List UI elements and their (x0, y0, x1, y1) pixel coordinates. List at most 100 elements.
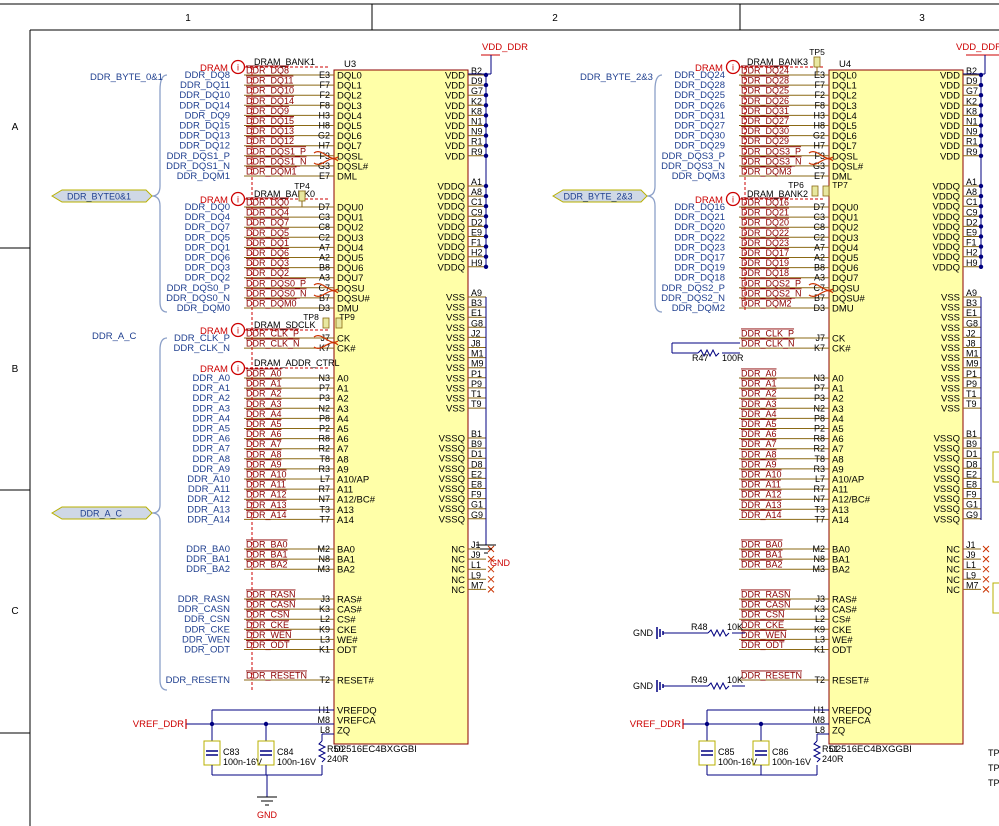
frame-row-label: A (12, 122, 19, 133)
dram-group-label: DRAM (200, 326, 228, 337)
net-label: DDR_RASN (741, 590, 791, 600)
partial-component (992, 582, 999, 614)
net-label: DDR_A2 (246, 389, 282, 399)
bus-brace (151, 337, 168, 691)
pin-number: T3 (814, 504, 825, 514)
net-label: DDR_A4 (741, 409, 777, 419)
pin-number: K3 (814, 604, 825, 614)
gnd-symbol (257, 796, 277, 806)
pin-number: R3 (318, 464, 330, 474)
pin-number: G2 (318, 131, 330, 141)
vref-label: VREF_DDR (133, 719, 184, 730)
resistor-value: 10K (727, 675, 743, 685)
net-label: DDR_DQ14 (246, 96, 294, 106)
pin-number: F2 (814, 90, 825, 100)
pin-number: E7 (319, 171, 330, 181)
pin-number: G1 (471, 500, 483, 510)
net-label: DDR_DQM1 (246, 167, 297, 177)
pin-number: N2 (318, 403, 330, 413)
net-label: DDR_DQ30 (741, 126, 789, 136)
pin-number: E2 (966, 469, 977, 479)
pin-number: T3 (319, 504, 330, 514)
pin-number: C1 (966, 197, 978, 207)
capacitor-value: 100n-16V (277, 757, 316, 767)
test-point (822, 185, 830, 197)
pin-number: P8 (319, 413, 330, 423)
net-label: DDR_DQS2_N (741, 288, 802, 298)
signal-name: DDR_DQM3 (672, 171, 725, 182)
capacitor-ref: C84 (277, 747, 294, 757)
net-label: DDR_DQS3_N (741, 156, 802, 166)
bus-name: DDR_BYTE_0&1 (90, 72, 163, 83)
pin-number: R8 (318, 434, 330, 444)
pin-name: RESET# (832, 676, 870, 687)
pin-number: L1 (471, 560, 481, 570)
pin-number: J3 (320, 594, 330, 604)
frame-column-label: 3 (919, 13, 925, 24)
net-label: DDR_A4 (246, 409, 282, 419)
pin-number: B8 (319, 263, 330, 273)
net-label: DDR_DQ23 (741, 238, 789, 248)
resistor-zigzag (317, 740, 327, 763)
net-label: DDR_A12 (741, 490, 782, 500)
net-label: DDR_BA2 (741, 560, 783, 570)
net-label: DDR_A10 (741, 470, 782, 480)
signal-name: DDR_BA2 (186, 564, 230, 575)
pin-number: N9 (471, 127, 483, 137)
signal-name: DDR_DQM2 (672, 303, 725, 314)
resistor-value: 100R (722, 353, 744, 363)
pin-number: H2 (471, 248, 483, 258)
signal-name: DDR_DQM0 (177, 303, 230, 314)
resistor-ref: R47 (692, 353, 709, 363)
pin-number: M2 (812, 544, 825, 554)
junction-dot (978, 264, 984, 269)
net-label: DDR_DQ20 (741, 218, 789, 228)
pin-number: K2 (966, 96, 977, 106)
net-label: DDR_DQ13 (246, 126, 294, 136)
vdd-power-label: VDD_DDR (956, 42, 999, 53)
dram-bank-label: DRAM_BANK1 (254, 57, 315, 67)
junction-dot (483, 264, 489, 269)
test-point (811, 185, 819, 197)
pin-name: RESET# (337, 676, 375, 687)
net-label: DDR_DQ27 (741, 116, 789, 126)
pin-number: F1 (471, 238, 482, 248)
gnd-label: GND (633, 628, 654, 638)
net-label: DDR_DQS1_P (246, 146, 306, 156)
no-connect-mark (982, 565, 990, 573)
pin-number: R9 (471, 147, 483, 157)
test-point-label: TP (988, 763, 999, 773)
pin-number: K9 (319, 624, 330, 634)
pin-number: B3 (966, 298, 977, 308)
pin-number: C2 (813, 232, 825, 242)
pin-number: K1 (814, 645, 825, 655)
pin-number: G8 (471, 318, 483, 328)
pin-number: T9 (471, 399, 482, 409)
pin-number: G8 (966, 318, 978, 328)
info-icon-glyph: i (732, 195, 734, 205)
dram-bank-label: DRAM_BANK3 (747, 57, 808, 67)
pin-number: R7 (813, 484, 825, 494)
pin-number: B1 (471, 429, 482, 439)
net-label: DDR_A5 (741, 419, 777, 429)
net-label: DDR_A11 (741, 480, 781, 490)
pin-number: L1 (966, 560, 976, 570)
pin-name: DML (337, 172, 357, 183)
pin-number: D1 (471, 449, 483, 459)
pin-number: P3 (319, 393, 330, 403)
gnd-label: GND (633, 681, 654, 691)
pin-number: F7 (814, 80, 825, 90)
net-label: DDR_DQ29 (741, 136, 789, 146)
test-point-label: TP9 (339, 312, 355, 322)
pin-number: B8 (814, 263, 825, 273)
pin-number: A7 (319, 242, 330, 252)
pin-number: M7 (966, 580, 979, 590)
frame-row-label: B (12, 364, 19, 375)
pin-number: T2 (319, 675, 330, 685)
no-connect-mark (487, 586, 495, 593)
net-label: DDR_A0 (246, 369, 282, 379)
net-label: DDR_DQ10 (246, 86, 294, 96)
pin-number: D2 (966, 217, 978, 227)
resistor-value: 240R (822, 754, 844, 764)
u3-ref: U3 (344, 59, 356, 70)
